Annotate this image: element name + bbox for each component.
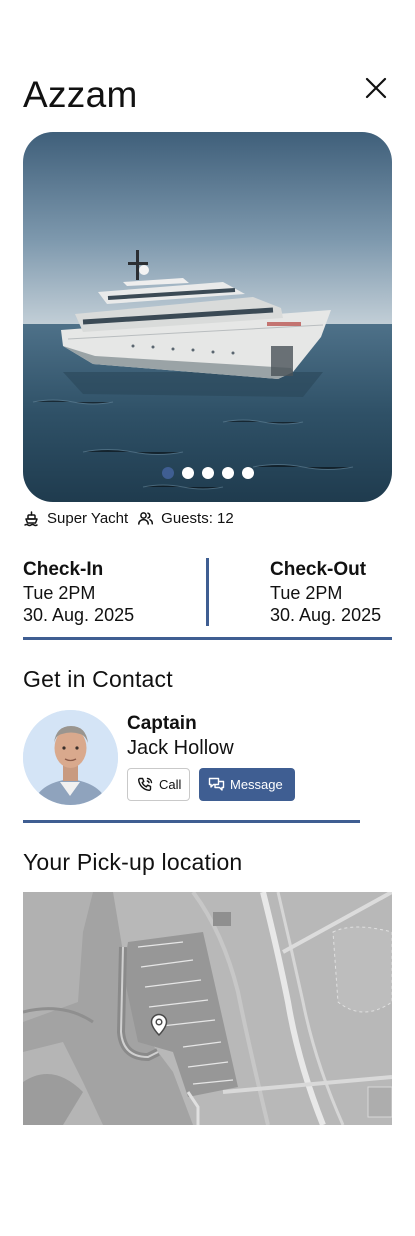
- stay-dates: Check-In Tue 2PM 30. Aug. 2025 Check-Out…: [23, 558, 392, 628]
- section-divider: [23, 820, 360, 823]
- yacht-photo: [23, 132, 392, 502]
- check-in-time: Tue 2PM: [23, 583, 96, 603]
- contact-name: Jack Hollow: [127, 737, 234, 759]
- pickup-section-title: Your Pick-up location: [23, 849, 243, 875]
- map-pin-icon[interactable]: [148, 1013, 170, 1037]
- section-divider: [23, 637, 392, 640]
- close-button[interactable]: [362, 74, 390, 102]
- message-button-label: Message: [230, 777, 283, 792]
- yacht-meta: Super Yacht Guests: 12: [23, 510, 234, 527]
- guest-count: Guests: 12: [161, 510, 234, 527]
- page-title: Azzam: [23, 74, 138, 115]
- vessel-type: Super Yacht: [47, 510, 129, 527]
- carousel-dot[interactable]: [201, 467, 214, 479]
- check-in-block: Check-In Tue 2PM 30. Aug. 2025: [23, 558, 134, 626]
- avatar: [23, 710, 118, 805]
- close-icon: [365, 77, 387, 99]
- phone-call-icon: [137, 776, 154, 793]
- ship-icon: [23, 510, 40, 527]
- chat-bubbles-icon: [208, 776, 225, 793]
- carousel-pagination: [23, 467, 392, 479]
- check-out-heading: Check-Out: [270, 559, 367, 580]
- check-out-time: Tue 2PM: [270, 583, 343, 603]
- users-icon: [137, 510, 154, 527]
- contact-role: Captain: [127, 713, 197, 734]
- check-in-heading: Check-In: [23, 559, 104, 580]
- pickup-map[interactable]: [23, 892, 392, 1125]
- date-divider: [206, 558, 209, 626]
- contact-section-title: Get in Contact: [23, 666, 173, 692]
- check-in-date: 30. Aug. 2025: [23, 605, 135, 625]
- map-graphic: [23, 892, 392, 1125]
- carousel-dot[interactable]: [221, 467, 234, 479]
- message-button[interactable]: Message: [199, 768, 295, 801]
- yacht-image-carousel[interactable]: [23, 132, 392, 502]
- check-out-block: Check-Out Tue 2PM 30. Aug. 2025: [270, 558, 381, 626]
- call-button[interactable]: Call: [127, 768, 190, 801]
- carousel-dot[interactable]: [161, 467, 174, 479]
- call-button-label: Call: [159, 777, 182, 792]
- check-out-date: 30. Aug. 2025: [270, 605, 382, 625]
- carousel-dot[interactable]: [181, 467, 194, 479]
- carousel-dot[interactable]: [241, 467, 254, 479]
